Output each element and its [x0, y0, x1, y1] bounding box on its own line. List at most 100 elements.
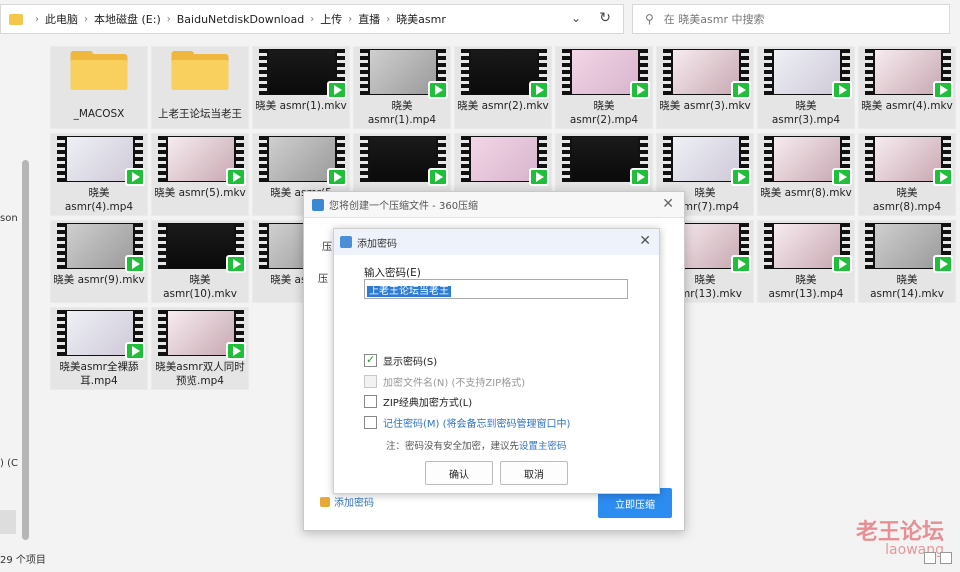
- video-thumbnail: [360, 136, 448, 186]
- play-icon: [933, 255, 953, 273]
- file-name: 晓美 asmr(13).mp4: [768, 274, 844, 300]
- checkbox[interactable]: [364, 353, 377, 367]
- add-password-label: 添加密码: [334, 498, 374, 509]
- folder-item[interactable]: 上老王论坛当老王: [151, 46, 249, 129]
- play-icon: [226, 255, 246, 273]
- video-file-item[interactable]: 晓美 asmr(2).mp4: [555, 46, 653, 129]
- video-thumbnail: [562, 136, 650, 186]
- file-name: 晓美 asmr(2).mkv: [457, 100, 549, 112]
- file-name: 晓美 asmr(3).mp4: [771, 100, 841, 126]
- play-icon: [630, 81, 650, 99]
- video-file-item[interactable]: 晓美 asmr(10).mkv: [151, 220, 249, 303]
- video-thumbnail: [764, 223, 852, 273]
- file-name: 晓美 asmr(4).mp4: [64, 187, 134, 213]
- folder-item[interactable]: _MACOSX: [50, 46, 148, 129]
- play-icon: [428, 81, 448, 99]
- file-name: 晓美 asmr(10).mkv: [163, 274, 237, 300]
- play-icon: [529, 81, 549, 99]
- note-text: 注：密码没有安全加密，建议先: [386, 441, 520, 452]
- video-file-item[interactable]: 晓美 asmr(3).mp4: [757, 46, 855, 129]
- play-icon: [832, 168, 852, 186]
- address-bar[interactable]: › 此电脑 › 本地磁盘 (E:) › BaiduNetdiskDownload…: [0, 4, 624, 34]
- remember-password-checkbox[interactable]: 记住密码(M) (将会备忘到密码管理窗口中): [364, 415, 570, 430]
- video-file-item[interactable]: 晓美 asmr(4).mp4: [50, 133, 148, 216]
- nav-selected-item[interactable]: [0, 510, 16, 534]
- nav-scrollbar[interactable]: [22, 160, 29, 540]
- file-name: 晓美 asmr(9).mkv: [53, 274, 145, 286]
- zip-classic-checkbox[interactable]: ZIP经典加密方式(L): [364, 394, 472, 409]
- video-file-item[interactable]: 晓美 asmr(2).mkv: [454, 46, 552, 129]
- file-name: _MACOSX: [73, 108, 125, 120]
- play-icon: [327, 168, 347, 186]
- video-thumbnail: [764, 49, 852, 99]
- breadcrumb-drive[interactable]: 本地磁盘 (E:): [94, 11, 161, 27]
- cancel-button[interactable]: 取消: [500, 461, 568, 485]
- nav-item-partial[interactable]: ) (C: [0, 458, 18, 469]
- chevron-right-icon: ›: [386, 13, 391, 25]
- play-icon: [327, 81, 347, 99]
- video-file-item[interactable]: 晓美 asmr(8).mp4: [858, 133, 956, 216]
- video-file-item[interactable]: 晓美 asmr(1).mp4: [353, 46, 451, 129]
- checkbox[interactable]: [364, 395, 377, 408]
- file-name: 晓美 asmr(2).mp4: [569, 100, 639, 126]
- chevron-down-icon[interactable]: ⌄: [571, 11, 581, 25]
- password-dialog: 添加密码 ✕ 输入密码(E) 上老王论坛当老王 显示密码(S) 加密文件名(N)…: [333, 228, 660, 494]
- video-file-item[interactable]: 晓美asmr双人同时预览.mp4: [151, 307, 249, 390]
- video-file-item[interactable]: 晓美 asmr(14).mkv: [858, 220, 956, 303]
- chevron-right-icon: ›: [348, 13, 353, 25]
- video-file-item[interactable]: 晓美 asmr(1).mkv: [252, 46, 350, 129]
- security-note: 注：密码没有安全加密，建议先设置主密码: [386, 438, 567, 452]
- breadcrumb-baidu[interactable]: BaiduNetdiskDownload: [177, 13, 304, 26]
- breadcrumb-current[interactable]: 晓美asmr: [396, 11, 446, 27]
- encrypt-filename-checkbox: 加密文件名(N) (不支持ZIP格式): [364, 374, 525, 389]
- video-file-item[interactable]: 晓美 asmr(3).mkv: [656, 46, 754, 129]
- file-name: 晓美 asmr(8).mp4: [872, 187, 942, 213]
- video-thumbnail: [764, 136, 852, 186]
- checkbox[interactable]: [364, 416, 377, 429]
- option-label: ZIP经典加密方式(L): [383, 398, 473, 409]
- close-icon[interactable]: ✕: [662, 196, 674, 212]
- confirm-button[interactable]: 确认: [425, 461, 493, 485]
- status-item-count: 29 个项目: [0, 555, 46, 566]
- file-name: 晓美 asmr(3).mkv: [659, 100, 751, 112]
- breadcrumb-live[interactable]: 直播: [358, 11, 380, 27]
- video-file-item[interactable]: 晓美asmr全裸舔耳.mp4: [50, 307, 148, 390]
- play-icon: [226, 168, 246, 186]
- set-master-password-link[interactable]: 设置主密码: [519, 441, 567, 452]
- option-label: 显示密码(S): [383, 357, 438, 368]
- video-thumbnail: [461, 136, 549, 186]
- video-file-item[interactable]: 晓美 asmr(9).mkv: [50, 220, 148, 303]
- compress-window-title: 您将创建一个压缩文件 - 360压缩: [329, 201, 479, 212]
- file-name: 晓美 asmr(1).mkv: [255, 100, 347, 112]
- search-input[interactable]: ⚲ 在 晓美asmr 中搜索: [632, 4, 950, 34]
- 360-logo-icon: [312, 198, 324, 211]
- checkbox: [364, 375, 377, 388]
- nav-item-partial[interactable]: son: [0, 213, 18, 224]
- video-thumbnail: [865, 136, 953, 186]
- video-file-item[interactable]: 晓美 asmr(4).mkv: [858, 46, 956, 129]
- video-thumbnail: [461, 49, 549, 99]
- refresh-icon[interactable]: ↻: [599, 10, 611, 26]
- view-toggle[interactable]: [924, 552, 952, 564]
- file-name: 晓美asmr全裸舔耳.mp4: [59, 361, 139, 387]
- close-icon[interactable]: ✕: [639, 233, 651, 249]
- breadcrumb-this-pc[interactable]: 此电脑: [45, 11, 78, 27]
- play-icon: [832, 255, 852, 273]
- add-password-link[interactable]: 添加密码: [320, 494, 374, 509]
- password-value: 上老王论坛当老王: [367, 286, 451, 297]
- breadcrumb-upload[interactable]: 上传: [320, 11, 342, 27]
- tiles-view-icon[interactable]: [940, 552, 952, 564]
- password-input-label: 输入密码(E): [364, 267, 421, 279]
- video-file-item[interactable]: 晓美 asmr(13).mp4: [757, 220, 855, 303]
- video-thumbnail: [158, 310, 246, 360]
- play-icon: [933, 168, 953, 186]
- folder-icon: [171, 51, 229, 93]
- password-input[interactable]: 上老王论坛当老王: [364, 279, 628, 299]
- video-file-item[interactable]: 晓美 asmr(5).mkv: [151, 133, 249, 216]
- video-file-item[interactable]: 晓美 asmr(8).mkv: [757, 133, 855, 216]
- video-thumbnail: [865, 223, 953, 273]
- show-password-checkbox[interactable]: 显示密码(S): [364, 353, 437, 368]
- password-dialog-title: 添加密码: [357, 238, 397, 250]
- details-view-icon[interactable]: [924, 552, 936, 564]
- folder-icon: [9, 13, 23, 25]
